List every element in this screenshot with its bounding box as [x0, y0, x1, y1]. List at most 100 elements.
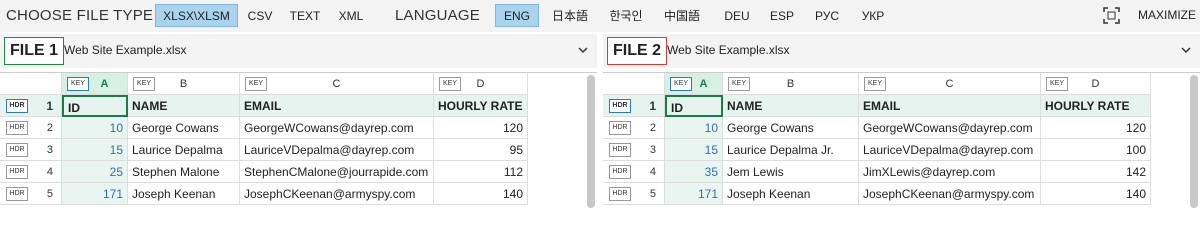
cell-id[interactable]: 35: [665, 161, 723, 183]
key-toggle[interactable]: KEY: [864, 77, 886, 91]
cell-name[interactable]: Laurice Depalma Jr.: [723, 139, 859, 161]
header-cell-email[interactable]: EMAIL: [859, 95, 1041, 117]
row-header[interactable]: HDR 2: [603, 117, 665, 139]
hdr-toggle[interactable]: HDR: [6, 99, 28, 113]
column-header-a[interactable]: KEY A: [665, 73, 723, 95]
cell-email[interactable]: JosephCKeenan@armyspy.com: [859, 183, 1041, 205]
header-cell-name[interactable]: NAME: [128, 95, 240, 117]
hdr-toggle[interactable]: HDR: [6, 165, 28, 179]
header-cell-hourly-rate[interactable]: HOURLY RATE: [434, 95, 528, 117]
cell-hourly-rate[interactable]: 95: [434, 139, 528, 161]
row-header[interactable]: HDR 4: [0, 161, 62, 183]
cell-name[interactable]: Jem Lewis: [723, 161, 859, 183]
header-cell-hourly-rate[interactable]: HOURLY RATE: [1041, 95, 1151, 117]
hdr-toggle[interactable]: HDR: [609, 121, 631, 135]
hdr-toggle[interactable]: HDR: [609, 143, 631, 157]
chevron-down-icon[interactable]: [1180, 44, 1192, 56]
cell-name[interactable]: Laurice Depalma: [128, 139, 240, 161]
file2-header: FILE 2 Web Site Example.xlsx: [603, 34, 1200, 68]
cell-name[interactable]: Joseph Keenan: [128, 183, 240, 205]
cell-id[interactable]: 10: [62, 117, 128, 139]
cell-hourly-rate[interactable]: 120: [1041, 117, 1151, 139]
cell-email[interactable]: GeorgeWCowans@dayrep.com: [859, 117, 1041, 139]
language-deu-button[interactable]: DEU: [716, 4, 758, 27]
key-toggle[interactable]: KEY: [245, 77, 267, 91]
header-cell-name[interactable]: NAME: [723, 95, 859, 117]
vertical-scrollbar[interactable]: [587, 75, 595, 208]
cell-hourly-rate[interactable]: 140: [1041, 183, 1151, 205]
file-type-text-button[interactable]: TEXT: [283, 4, 327, 27]
cell-hourly-rate[interactable]: 100: [1041, 139, 1151, 161]
file1-label: FILE 1: [4, 37, 65, 65]
key-toggle[interactable]: KEY: [67, 77, 89, 91]
row-header[interactable]: HDR 3: [603, 139, 665, 161]
row-header-1[interactable]: HDR 1: [603, 95, 665, 117]
cell-email[interactable]: GeorgeWCowans@dayrep.com: [240, 117, 434, 139]
column-header-d[interactable]: KEY D: [1041, 73, 1151, 95]
file1-panel: FILE 1 Web Site Example.xlsx KEY A KEY B K…: [0, 32, 597, 208]
file-type-xlsx-button[interactable]: XLSX\XLSM: [155, 4, 238, 27]
cell-id[interactable]: 171: [62, 183, 128, 205]
header-cell-email[interactable]: EMAIL: [240, 95, 434, 117]
column-header-d[interactable]: KEY D: [434, 73, 528, 95]
key-toggle[interactable]: KEY: [439, 77, 461, 91]
language-ukr-button[interactable]: УКР: [852, 4, 894, 27]
file1-name-select[interactable]: Web Site Example.xlsx: [64, 43, 187, 57]
hdr-toggle[interactable]: HDR: [6, 143, 28, 157]
hdr-toggle[interactable]: HDR: [609, 165, 631, 179]
cell-email[interactable]: JosephCKeenan@armyspy.com: [240, 183, 434, 205]
row-header[interactable]: HDR 3: [0, 139, 62, 161]
column-header-b[interactable]: KEY B: [128, 73, 240, 95]
cell-hourly-rate[interactable]: 142: [1041, 161, 1151, 183]
key-toggle[interactable]: KEY: [133, 77, 155, 91]
language-rus-button[interactable]: РУС: [806, 4, 848, 27]
row-header-1[interactable]: HDR 1: [0, 95, 62, 117]
row-header[interactable]: HDR 4: [603, 161, 665, 183]
hdr-toggle[interactable]: HDR: [6, 121, 28, 135]
cell-id[interactable]: 25: [62, 161, 128, 183]
cell-id[interactable]: 10: [665, 117, 723, 139]
language-jpn-button[interactable]: 日本語: [544, 4, 596, 27]
row-header[interactable]: HDR 2: [0, 117, 62, 139]
cell-id[interactable]: 15: [665, 139, 723, 161]
file-type-xml-button[interactable]: XML: [331, 4, 371, 27]
cell-email[interactable]: LauriceVDepalma@dayrep.com: [240, 139, 434, 161]
column-header-c[interactable]: KEY C: [240, 73, 434, 95]
cell-name[interactable]: George Cowans: [723, 117, 859, 139]
key-toggle[interactable]: KEY: [1046, 77, 1068, 91]
cell-hourly-rate[interactable]: 140: [434, 183, 528, 205]
cell-name[interactable]: Joseph Keenan: [723, 183, 859, 205]
vertical-scrollbar[interactable]: [1190, 75, 1198, 208]
cell-email[interactable]: LauriceVDepalma@dayrep.com: [859, 139, 1041, 161]
column-header-a[interactable]: KEY A: [62, 73, 128, 95]
language-eng-button[interactable]: ENG: [495, 4, 539, 27]
column-header-b[interactable]: KEY B: [723, 73, 859, 95]
row-header[interactable]: HDR 5: [0, 183, 62, 205]
key-toggle[interactable]: KEY: [728, 77, 750, 91]
hdr-toggle[interactable]: HDR: [6, 187, 28, 201]
file2-label: FILE 2: [607, 37, 668, 65]
cell-name[interactable]: Stephen Malone: [128, 161, 240, 183]
language-chn-button[interactable]: 中国語: [656, 4, 708, 27]
corner-cell: [0, 73, 62, 95]
cell-email[interactable]: StephenCMalone@jourrapide.com: [240, 161, 434, 183]
row-header[interactable]: HDR 5: [603, 183, 665, 205]
cell-hourly-rate[interactable]: 120: [434, 117, 528, 139]
hdr-toggle[interactable]: HDR: [609, 99, 631, 113]
language-kor-button[interactable]: 한국인: [600, 4, 652, 27]
file-type-csv-button[interactable]: CSV: [241, 4, 279, 27]
cell-id[interactable]: 15: [62, 139, 128, 161]
maximize-button[interactable]: MAXIMIZE: [1100, 4, 1196, 27]
chevron-down-icon[interactable]: [577, 44, 589, 56]
cell-name[interactable]: George Cowans: [128, 117, 240, 139]
column-header-c[interactable]: KEY C: [859, 73, 1041, 95]
cell-id[interactable]: 171: [665, 183, 723, 205]
hdr-toggle[interactable]: HDR: [609, 187, 631, 201]
cell-hourly-rate[interactable]: 112: [434, 161, 528, 183]
header-cell-id[interactable]: ID: [665, 95, 723, 117]
file2-name-select[interactable]: Web Site Example.xlsx: [667, 43, 790, 57]
cell-email[interactable]: JimXLewis@dayrep.com: [859, 161, 1041, 183]
header-cell-id[interactable]: ID: [62, 95, 128, 117]
language-esp-button[interactable]: ESP: [762, 4, 802, 27]
key-toggle[interactable]: KEY: [670, 77, 692, 91]
